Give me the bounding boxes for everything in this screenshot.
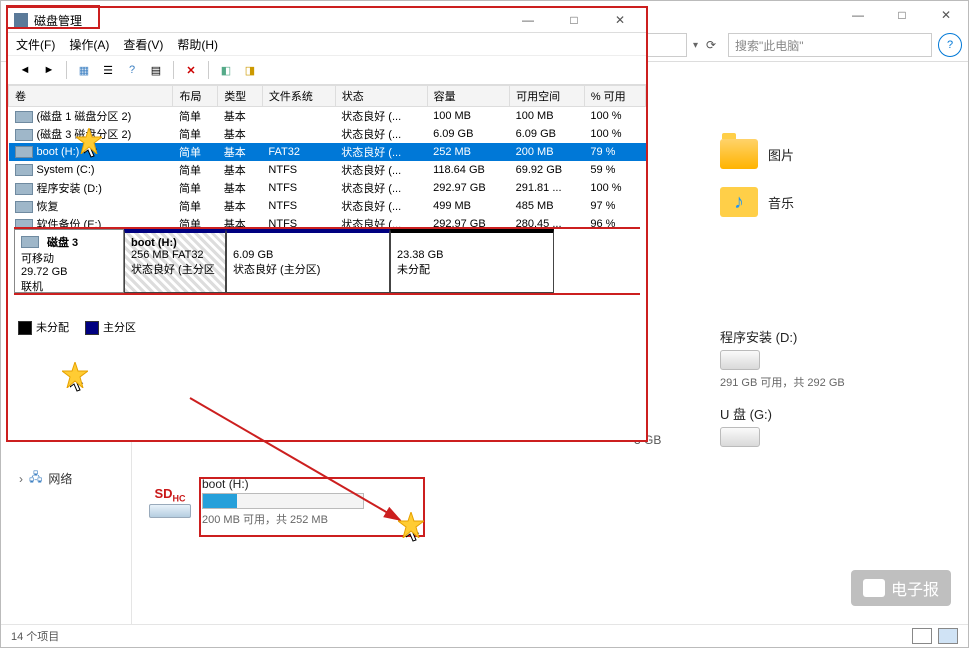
drive-g[interactable]: U 盘 (G:) xyxy=(720,404,960,447)
close-button[interactable]: ✕ xyxy=(600,9,640,31)
disk-management-window: 磁盘管理 — □ ✕ 文件(F) 操作(A) 查看(V) 帮助(H) ◄ ► ▦… xyxy=(6,6,648,442)
dm-titlebar: 磁盘管理 — □ ✕ xyxy=(8,8,646,33)
dm-menubar: 文件(F) 操作(A) 查看(V) 帮助(H) xyxy=(8,33,646,56)
disk-graphical-view: 磁盘 3 可移动 29.72 GB 联机 boot (H:) 256 MB FA… xyxy=(14,227,640,295)
col-capacity[interactable]: 容量 xyxy=(427,86,510,107)
dm-toolbar: ◄ ► ▦ ☰ ? ▤ ✕ ◧ ◨ xyxy=(8,56,646,85)
table-row[interactable]: 程序安装 (D:)简单基本NTFS状态良好 (...292.97 GB291.8… xyxy=(9,179,646,197)
dropdown-icon[interactable]: ▾ xyxy=(693,40,698,51)
explorer-right-column: 图片 ♪ 音乐 程序安装 (D:) 291 GB 可用，共 292 GB U 盘… xyxy=(712,61,968,625)
pictures-icon xyxy=(720,139,758,169)
watermark: 电子报 xyxy=(851,570,951,606)
list-icon[interactable]: ▤ xyxy=(145,59,167,81)
properties-icon[interactable]: ☰ xyxy=(97,59,119,81)
wechat-icon xyxy=(863,579,885,597)
col-layout[interactable]: 布局 xyxy=(173,86,218,107)
drive-label: 程序安装 (D:) xyxy=(720,327,960,346)
view-details-icon[interactable] xyxy=(912,628,932,644)
drive-capacity-text: 291 GB 可用，共 292 GB xyxy=(720,374,960,390)
table-row[interactable]: System (C:)简单基本NTFS状态良好 (...118.64 GB69.… xyxy=(9,161,646,179)
sd-card-icon: SDHC xyxy=(148,484,192,520)
statusbar: 14 个项目 xyxy=(1,624,968,647)
folder-pictures[interactable]: 图片 xyxy=(720,139,960,169)
drive-capacity-text: 200 MB 可用，共 252 MB xyxy=(202,511,428,527)
help-icon[interactable]: ? xyxy=(938,33,962,57)
network-icon: 🖧 xyxy=(29,468,42,489)
partition-unallocated[interactable]: 23.38 GB 未分配 xyxy=(390,229,554,293)
forward-icon[interactable]: ► xyxy=(38,59,60,81)
close-button[interactable]: ✕ xyxy=(924,1,968,29)
item-count: 14 个项目 xyxy=(11,628,59,644)
col-percent[interactable]: % 可用 xyxy=(584,86,645,107)
disk-icon xyxy=(720,350,760,370)
table-row[interactable]: (磁盘 1 磁盘分区 2)简单基本状态良好 (...100 MB100 MB10… xyxy=(9,107,646,126)
action1-icon[interactable]: ◧ xyxy=(215,59,237,81)
menu-action[interactable]: 操作(A) xyxy=(69,36,109,53)
partition-2[interactable]: 6.09 GB 状态良好 (主分区) xyxy=(226,229,390,293)
drive-d[interactable]: 程序安装 (D:) 291 GB 可用，共 292 GB xyxy=(720,327,960,390)
capacity-bar xyxy=(202,493,364,509)
folder-label: 图片 xyxy=(768,145,794,164)
help-toolbar-icon[interactable]: ? xyxy=(121,59,143,81)
menu-file[interactable]: 文件(F) xyxy=(16,36,55,53)
music-icon: ♪ xyxy=(720,187,758,217)
legend-unallocated-icon xyxy=(18,321,32,335)
legend-primary-icon xyxy=(85,321,99,335)
partition-boot-h[interactable]: boot (H:) 256 MB FAT32 状态良好 (主分区 xyxy=(124,229,226,293)
menu-view[interactable]: 查看(V) xyxy=(123,36,163,53)
col-filesystem[interactable]: 文件系统 xyxy=(262,86,335,107)
table-row[interactable]: (磁盘 3 磁盘分区 2)简单基本状态良好 (...6.09 GB6.09 GB… xyxy=(9,125,646,143)
dm-app-icon xyxy=(14,13,28,27)
back-icon[interactable]: ◄ xyxy=(14,59,36,81)
maximize-button[interactable]: □ xyxy=(880,1,924,29)
col-type[interactable]: 类型 xyxy=(218,86,263,107)
folder-music[interactable]: ♪ 音乐 xyxy=(720,187,960,217)
legend: 未分配 主分区 xyxy=(8,313,646,341)
col-status[interactable]: 状态 xyxy=(335,86,427,107)
delete-icon[interactable]: ✕ xyxy=(180,59,202,81)
disk-icon xyxy=(720,427,760,447)
action2-icon[interactable]: ◨ xyxy=(239,59,261,81)
col-free[interactable]: 可用空间 xyxy=(510,86,585,107)
table-row[interactable]: boot (H:)简单基本FAT32状态良好 (...252 MB200 MB7… xyxy=(9,143,646,161)
sidebar-item-network[interactable]: › 🖧 网络 xyxy=(1,465,131,492)
disk3-info[interactable]: 磁盘 3 可移动 29.72 GB 联机 xyxy=(14,229,124,293)
drive-boot-h[interactable]: SDHC boot (H:) 200 MB 可用，共 252 MB xyxy=(144,471,432,533)
drive-label: boot (H:) xyxy=(202,477,428,491)
minimize-button[interactable]: — xyxy=(508,9,548,31)
col-volume[interactable]: 卷 xyxy=(9,86,173,107)
spark-icon xyxy=(76,128,102,154)
drive-label: U 盘 (G:) xyxy=(720,404,960,423)
volume-list[interactable]: 卷 布局 类型 文件系统 状态 容量 可用空间 % 可用 (磁盘 1 磁盘分区 … xyxy=(8,85,646,227)
table-row[interactable]: 恢复简单基本NTFS状态良好 (...499 MB485 MB97 % xyxy=(9,197,646,215)
menu-help[interactable]: 帮助(H) xyxy=(177,36,218,53)
maximize-button[interactable]: □ xyxy=(554,9,594,31)
spark-icon xyxy=(62,362,88,388)
window-title: 磁盘管理 xyxy=(34,12,502,29)
table-row[interactable]: 软件备份 (E:)简单基本NTFS状态良好 (...292.97 GB280.4… xyxy=(9,215,646,227)
refresh-button[interactable]: ⟳ xyxy=(700,34,722,56)
folder-label: 音乐 xyxy=(768,193,794,212)
view-tiles-icon[interactable] xyxy=(938,628,958,644)
spark-icon xyxy=(398,512,424,538)
grid-icon[interactable]: ▦ xyxy=(73,59,95,81)
sidebar-item-label: 网络 xyxy=(48,470,72,487)
minimize-button[interactable]: — xyxy=(836,1,880,29)
search-input[interactable]: 搜索"此电脑" xyxy=(728,33,932,57)
